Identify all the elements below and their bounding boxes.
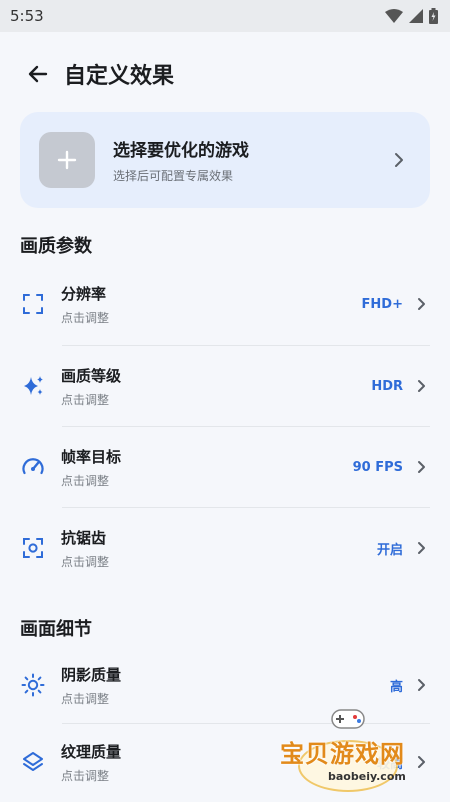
setting-value: 高 xyxy=(389,679,403,695)
status-bar: 5:53 xyxy=(0,0,450,32)
speedometer-icon xyxy=(20,454,46,480)
gamepad-icon xyxy=(331,709,365,729)
status-icons xyxy=(385,8,438,24)
setting-row-quality-level[interactable]: 画质等级 点击调整 HDR xyxy=(0,346,450,426)
setting-value: 开启 xyxy=(376,542,403,558)
setting-title: 阴影质量 xyxy=(61,665,122,684)
setting-subtitle: 点击调整 xyxy=(61,554,110,569)
setting-title: 抗锯齿 xyxy=(61,528,107,547)
setting-row-frame-rate[interactable]: 帧率目标 点击调整 90 FPS xyxy=(0,427,450,507)
chevron-right-icon xyxy=(418,380,425,392)
setting-value: HDR xyxy=(371,378,403,394)
setting-title: 画质等级 xyxy=(61,366,122,385)
setting-value: 90 FPS xyxy=(352,459,403,475)
battery-icon xyxy=(429,8,438,24)
setting-row-resolution[interactable]: 分辨率 点击调整 FHD+ xyxy=(0,264,450,344)
setting-subtitle: 点击调整 xyxy=(61,392,110,407)
select-game-title: 选择要优化的游戏 xyxy=(113,141,249,161)
sun-icon xyxy=(20,672,46,698)
fullscreen-icon xyxy=(20,291,46,317)
setting-value: FHD+ xyxy=(361,296,403,312)
add-game-button[interactable] xyxy=(39,132,95,188)
section-title-details: 画面细节 xyxy=(20,619,92,640)
signal-icon xyxy=(409,9,423,23)
chevron-right-icon xyxy=(418,679,425,691)
chevron-right-icon xyxy=(418,542,425,554)
plus-icon xyxy=(57,150,77,170)
select-game-card[interactable]: 选择要优化的游戏 选择后可配置专属效果 xyxy=(20,112,430,208)
wifi-icon xyxy=(385,9,403,23)
select-game-text: 选择要优化的游戏 选择后可配置专属效果 xyxy=(113,136,394,184)
setting-title: 帧率目标 xyxy=(61,447,122,466)
arrow-left-icon xyxy=(28,65,48,83)
setting-title: 分辨率 xyxy=(61,284,107,303)
select-game-subtitle: 选择后可配置专属效果 xyxy=(113,169,234,183)
watermark-text: 宝贝游戏网 xyxy=(280,740,405,768)
layers-icon xyxy=(20,749,46,775)
chevron-right-icon xyxy=(418,461,425,473)
chevron-right-icon xyxy=(418,298,425,310)
setting-subtitle: 点击调整 xyxy=(61,473,110,488)
watermark-logo: 宝贝游戏网 baobeiy.com xyxy=(276,700,426,792)
focus-icon xyxy=(20,535,46,561)
setting-row-antialiasing[interactable]: 抗锯齿 点击调整 开启 xyxy=(0,508,450,588)
section-title-quality: 画质参数 xyxy=(20,236,92,257)
setting-subtitle: 点击调整 xyxy=(61,310,110,325)
chevron-right-icon xyxy=(395,153,403,167)
status-time: 5:53 xyxy=(10,7,44,25)
back-button[interactable] xyxy=(18,54,58,94)
watermark-url: baobeiy.com xyxy=(328,770,406,783)
app-bar: 自定义效果 xyxy=(0,44,450,104)
sparkle-icon xyxy=(20,373,46,399)
page-title: 自定义效果 xyxy=(64,64,175,89)
